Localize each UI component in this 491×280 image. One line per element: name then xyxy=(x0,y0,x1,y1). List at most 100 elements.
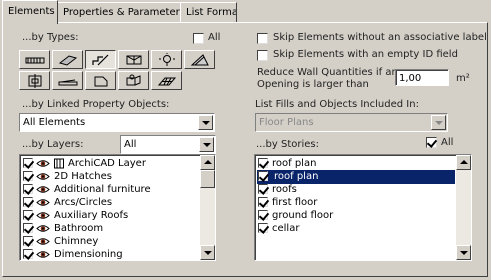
layer-name: Chimney xyxy=(54,236,99,247)
list-fills-value: Floor Plans xyxy=(259,117,314,128)
reduce-wall-input[interactable]: 1,00 xyxy=(395,69,449,86)
eye-icon[interactable] xyxy=(36,211,50,220)
story-name: roofs xyxy=(272,184,297,195)
story-list-item[interactable]: first floor xyxy=(257,196,455,210)
slab-icon[interactable] xyxy=(19,71,50,90)
skip-no-label-text: Skip Elements without an associative lab… xyxy=(273,32,487,43)
story-list-item[interactable]: roof plan xyxy=(257,157,455,171)
scroll-down-button[interactable] xyxy=(200,245,215,260)
list-fills-label: List Fills and Objects Included In: xyxy=(255,99,419,110)
story-checkbox[interactable] xyxy=(258,223,268,233)
tab-elements-label: Elements xyxy=(8,6,55,17)
linked-property-dropdown[interactable]: All Elements xyxy=(19,113,215,132)
story-checkbox[interactable] xyxy=(258,210,268,220)
layer-visibility-checkbox[interactable] xyxy=(23,184,33,194)
by-layers-label: ...by Layers: xyxy=(22,139,84,150)
reduce-wall-unit: m² xyxy=(456,73,470,84)
skip-empty-id-text: Skip Elements with an empty ID field xyxy=(273,49,458,60)
layer-list-item[interactable]: ArchiCAD Layer xyxy=(22,157,200,171)
layer-list-item[interactable]: Dimensioning xyxy=(22,248,200,260)
stories-scrollbar[interactable] xyxy=(456,155,471,260)
roof-icon[interactable] xyxy=(184,50,215,69)
reduce-wall-label-line1: Reduce Wall Quantities if an xyxy=(257,67,398,78)
layer-visibility-checkbox[interactable] xyxy=(23,197,33,207)
chevron-down-icon xyxy=(199,137,214,152)
story-checkbox[interactable] xyxy=(258,184,268,194)
list-fills-dropdown[interactable]: Floor Plans xyxy=(255,113,448,132)
layer-name: Arcs/Circles xyxy=(54,197,113,208)
eye-icon[interactable] xyxy=(36,237,50,246)
stories-all-label: All xyxy=(441,137,454,148)
story-checkbox[interactable] xyxy=(258,158,268,168)
layers-scrollbar[interactable] xyxy=(200,155,215,260)
stair-icon[interactable] xyxy=(52,71,83,90)
layer-name: Dimensioning xyxy=(54,249,123,260)
object-icon[interactable] xyxy=(118,71,149,90)
layer-name: Additional furniture xyxy=(54,184,151,195)
lamp-icon[interactable] xyxy=(151,50,182,69)
by-types-label: ...by Types: xyxy=(22,32,79,43)
eye-icon[interactable] xyxy=(36,198,50,207)
tab-list-format-label: List Format xyxy=(186,7,237,18)
story-checkbox[interactable] xyxy=(258,171,268,181)
story-name: roof plan xyxy=(272,171,321,182)
column-icon[interactable] xyxy=(52,50,83,69)
reduce-wall-value: 1,00 xyxy=(399,73,422,84)
story-name: roof plan xyxy=(272,158,317,169)
chevron-down-icon xyxy=(431,115,446,130)
story-name: first floor xyxy=(272,197,318,208)
layer-visibility-checkbox[interactable] xyxy=(23,249,33,259)
chevron-down-icon xyxy=(198,115,213,130)
layer-visibility-checkbox[interactable] xyxy=(23,223,33,233)
mesh-icon[interactable] xyxy=(151,71,182,90)
linked-property-value: All Elements xyxy=(23,117,86,128)
layer-list-item[interactable]: Chimney xyxy=(22,235,200,249)
beam-icon[interactable] xyxy=(85,50,116,69)
tab-elements[interactable]: Elements xyxy=(2,0,58,24)
tab-list-format[interactable]: List Format xyxy=(180,2,237,23)
story-list-item[interactable]: roof plan xyxy=(257,170,455,184)
layers-list[interactable]: ArchiCAD Layer 2D Hatches Additional furni… xyxy=(19,154,216,261)
scroll-up-button[interactable] xyxy=(456,155,471,170)
layer-visibility-checkbox[interactable] xyxy=(23,158,33,168)
stories-list[interactable]: roof plan roof plan roofs first floor ground… xyxy=(254,154,472,261)
eye-icon[interactable] xyxy=(36,172,50,181)
wall-icon[interactable] xyxy=(19,50,50,69)
scroll-up-button[interactable] xyxy=(200,155,215,170)
story-checkbox[interactable] xyxy=(258,197,268,207)
eye-icon[interactable] xyxy=(36,185,50,194)
by-stories-label: ...by Stories: xyxy=(256,139,319,150)
layer-list-item[interactable]: Additional furniture xyxy=(22,183,200,197)
eye-icon[interactable] xyxy=(36,159,50,168)
reduce-wall-label-line2: Opening is larger than xyxy=(257,79,369,90)
layer-list-item[interactable]: Bathroom xyxy=(22,222,200,236)
scroll-down-button[interactable] xyxy=(456,245,471,260)
window-icon[interactable] xyxy=(118,50,149,69)
layer-visibility-checkbox[interactable] xyxy=(23,236,33,246)
story-list-item[interactable]: ground floor xyxy=(257,209,455,223)
scroll-thumb[interactable] xyxy=(200,170,215,188)
layers-filter-dropdown[interactable]: All xyxy=(120,135,216,154)
skip-empty-id-checkbox[interactable] xyxy=(257,50,268,61)
types-all-checkbox[interactable] xyxy=(193,33,204,44)
story-name: ground floor xyxy=(272,210,334,221)
archicad-layer-icon xyxy=(54,158,64,169)
eye-icon[interactable] xyxy=(36,250,50,259)
linked-property-label: ...by Linked Property Objects: xyxy=(22,99,170,110)
layer-visibility-checkbox[interactable] xyxy=(23,171,33,181)
layer-list-item[interactable]: Auxiliary Roofs xyxy=(22,209,200,223)
eye-icon[interactable] xyxy=(36,224,50,233)
layer-name: Bathroom xyxy=(54,223,104,234)
skip-no-label-checkbox[interactable] xyxy=(257,33,268,44)
layer-name: Auxiliary Roofs xyxy=(54,210,129,221)
story-list-item[interactable]: roofs xyxy=(257,183,455,197)
stories-all-checkbox[interactable] xyxy=(426,137,437,148)
tab-properties-parameters[interactable]: Properties & Parameters xyxy=(57,2,181,23)
layer-name: 2D Hatches xyxy=(54,171,113,182)
door-icon[interactable] xyxy=(85,71,116,90)
story-list-item[interactable]: cellar xyxy=(257,222,455,236)
layer-visibility-checkbox[interactable] xyxy=(23,210,33,220)
tab-properties-label: Properties & Parameters xyxy=(63,7,181,18)
layer-list-item[interactable]: Arcs/Circles xyxy=(22,196,200,210)
layer-list-item[interactable]: 2D Hatches xyxy=(22,170,200,184)
